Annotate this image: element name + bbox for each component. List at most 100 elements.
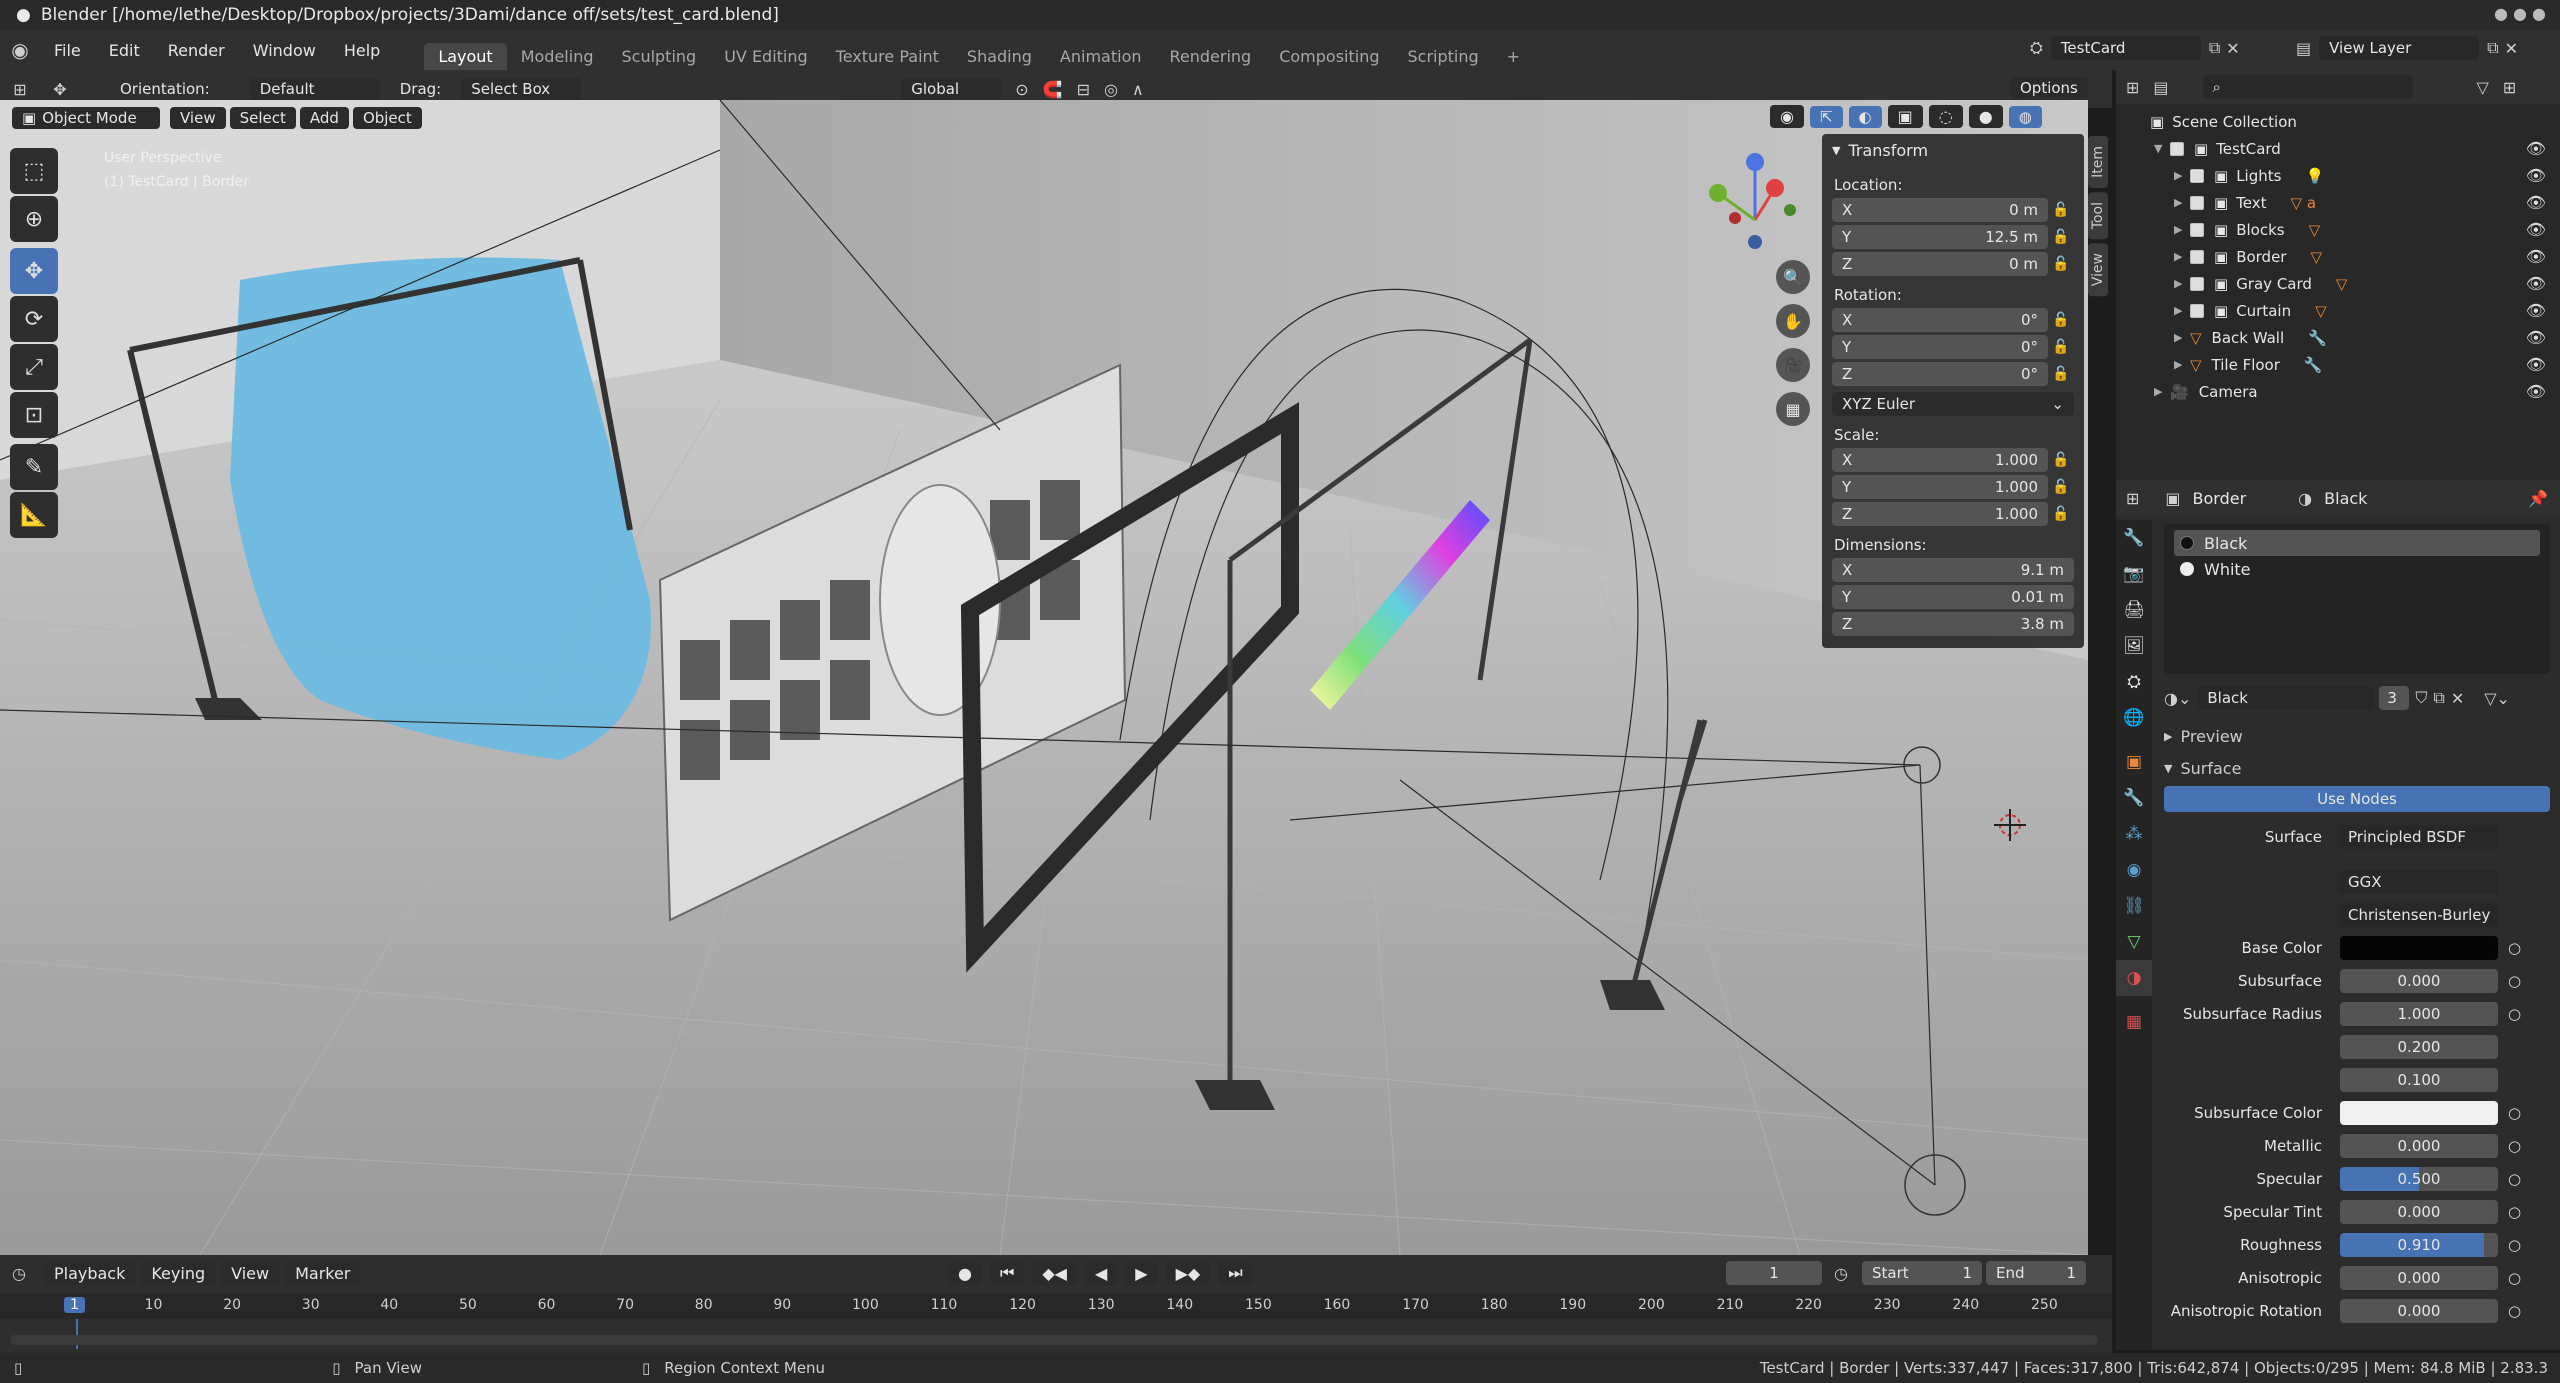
jump-end-icon[interactable]: ⏭ [1218, 1261, 1253, 1285]
expand-arrow-icon[interactable]: ▶ [2174, 331, 2190, 344]
socket-link-icon[interactable]: ○ [2508, 1203, 2521, 1221]
dimension-z-field[interactable]: Z 3.8 m [1832, 612, 2074, 636]
eye-icon[interactable]: 👁 [2526, 220, 2546, 239]
param-value-field[interactable]: 0.000 [2340, 1265, 2498, 1290]
preview-section[interactable]: ▶ Preview [2164, 720, 2550, 752]
eye-icon[interactable]: 👁 [2526, 301, 2546, 320]
rotation-z-field[interactable]: Z 0° [1832, 362, 2048, 386]
lock-icon[interactable]: 🔓 [2048, 452, 2074, 468]
menu-edit[interactable]: Edit [95, 41, 154, 60]
scene-selector[interactable]: ⛭ TestCard ⧉ ✕ [2030, 36, 2240, 60]
tab-animation[interactable]: Animation [1046, 43, 1156, 70]
checkbox[interactable] [2190, 195, 2204, 210]
current-frame-field[interactable]: 1 [1726, 1261, 1822, 1285]
location-z-field[interactable]: Z0 m [1832, 252, 2048, 276]
move-tool-icon[interactable]: ✥ [10, 248, 58, 294]
select-menu[interactable]: Select [229, 107, 296, 129]
scale-x-field[interactable]: X 1.000 [1832, 448, 2048, 472]
slot-white[interactable]: White [2174, 556, 2540, 582]
visibility-icon[interactable]: ◉ [1770, 105, 1804, 128]
rotation-y-field[interactable]: Y 0° [1832, 335, 2048, 359]
rotate-tool-icon[interactable]: ⟳ [10, 296, 58, 342]
transform-orientation-dropdown[interactable]: Global [901, 78, 1002, 100]
expand-arrow-icon[interactable]: ▶ [2174, 304, 2190, 317]
wireframe-shading-icon[interactable]: ◌ [1928, 105, 1963, 128]
expand-arrow-icon[interactable]: ▶ [2174, 250, 2190, 263]
material-browse-icon[interactable]: ◑⌄ [2164, 689, 2191, 708]
tab-item[interactable]: Item [2088, 136, 2108, 188]
expand-arrow-icon[interactable]: ▶ [2174, 358, 2190, 371]
menu-help[interactable]: Help [330, 41, 394, 60]
dimension-x-field[interactable]: X 9.1 m [1832, 558, 2074, 582]
zoom-icon[interactable]: 🔍 [1776, 260, 1810, 294]
measure-tool-icon[interactable]: 📐 [10, 492, 58, 538]
lock-icon[interactable]: 🔓 [2048, 202, 2074, 218]
xray-icon[interactable]: ▣ [1887, 105, 1923, 128]
subsurface-method-dropdown[interactable]: Christensen-Burley [2340, 902, 2498, 927]
snap-icon[interactable]: 🧲 [1043, 80, 1063, 99]
expand-arrow-icon[interactable]: ▶ [2174, 169, 2190, 182]
render-tab-icon[interactable]: 📷 [2116, 556, 2152, 592]
scale-tool-icon[interactable]: ⤢ [10, 344, 58, 390]
gizmo-toggle-icon[interactable]: ⇱ [1809, 105, 1843, 128]
scene-name-field[interactable]: TestCard [2050, 36, 2201, 60]
next-keyframe-icon[interactable]: ▶◆ [1165, 1261, 1211, 1285]
param-value-field[interactable]: 0.000 [2340, 1199, 2498, 1224]
orientation-dropdown[interactable]: Default [249, 78, 380, 100]
eye-icon[interactable]: 👁 [2526, 247, 2546, 266]
checkbox[interactable] [2190, 303, 2204, 318]
scale-z-field[interactable]: Z 1.000 [1832, 502, 2048, 526]
menu-window[interactable]: Window [239, 41, 330, 60]
location-y-field[interactable]: Y 12.5 m [1832, 225, 2048, 249]
proportional-edit-icon[interactable]: ◎ [1104, 80, 1118, 99]
outliner-item-text[interactable]: ▶ ▣ Text ▽ a 👁 [2150, 189, 2560, 216]
solid-shading-icon[interactable]: ● [1968, 105, 2003, 128]
socket-link-icon[interactable]: ○ [2508, 1005, 2521, 1023]
expand-arrow-icon[interactable]: ▼ [2154, 142, 2170, 155]
snap-target-icon[interactable]: ⊟ [1077, 80, 1090, 99]
rotation-x-field[interactable]: X 0° [1832, 308, 2048, 332]
menu-file[interactable]: File [40, 41, 95, 60]
options-dropdown[interactable]: Options [2010, 77, 2088, 99]
param-value-field[interactable]: 0.000 [2340, 1133, 2498, 1158]
socket-link-icon[interactable]: ○ [2508, 1269, 2521, 1287]
3d-viewport[interactable]: ▣ Object Mode View Select Add Object ◉ ⇱… [0, 100, 2088, 1255]
param-value-field[interactable]: 0.100 [2340, 1067, 2498, 1092]
play-reverse-icon[interactable]: ◀ [1084, 1261, 1118, 1285]
eye-icon[interactable]: 👁 [2526, 382, 2546, 401]
drag-dropdown[interactable]: Select Box [461, 78, 582, 100]
add-workspace-icon[interactable]: + [1493, 43, 1534, 70]
pivot-point-icon[interactable]: ⊙ [1015, 80, 1028, 99]
transform-header[interactable]: ▼ Transform [1832, 134, 2074, 166]
param-value-field[interactable]: 0.910 [2340, 1232, 2498, 1257]
slot-black[interactable]: Black [2174, 530, 2540, 556]
param-value-field[interactable]: 0.200 [2340, 1034, 2498, 1059]
modifier-tab-icon[interactable]: 🔧 [2116, 780, 2152, 816]
expand-arrow-icon[interactable]: ▶ [2154, 385, 2170, 398]
param-value-field[interactable] [2340, 935, 2498, 960]
play-icon[interactable]: ▶ [1125, 1261, 1158, 1285]
new-scene-icon[interactable]: ⧉ [2209, 38, 2220, 58]
tool-tab-icon[interactable]: 🔧 [2116, 520, 2152, 556]
outliner-search-input[interactable]: ⌕ [2202, 75, 2413, 99]
timeline-scrollbar[interactable] [10, 1335, 2098, 1345]
editor-type-icon[interactable]: ⊞ [2126, 78, 2139, 97]
select-box-tool-icon[interactable]: ⬚ [10, 148, 58, 194]
checkbox[interactable] [2190, 276, 2204, 291]
eye-icon[interactable]: 👁 [2526, 193, 2546, 212]
jump-start-icon[interactable]: ⏮ [989, 1261, 1025, 1285]
tab-modeling[interactable]: Modeling [507, 43, 608, 70]
socket-link-icon[interactable]: ○ [2508, 939, 2521, 957]
lock-icon[interactable]: 🔓 [2048, 366, 2074, 382]
frame-ruler[interactable]: 1 10 20 30 40 50 60 70 80 90 100 110 120 130 140 150 160… [0, 1293, 2112, 1319]
lock-icon[interactable]: 🔓 [2048, 312, 2074, 328]
eye-icon[interactable]: 👁 [2526, 355, 2546, 374]
timeline-view-menu[interactable]: View [221, 1261, 280, 1285]
end-frame-field[interactable]: End 1 [1986, 1261, 2086, 1285]
tab-scripting[interactable]: Scripting [1394, 43, 1493, 70]
falloff-icon[interactable]: ∧ [1132, 80, 1144, 99]
view-layer-field[interactable]: View Layer [2319, 36, 2480, 60]
node-tree-icon[interactable]: ▽⌄ [2484, 689, 2510, 708]
preview-range-icon[interactable]: ◷ [1834, 1264, 1848, 1283]
output-tab-icon[interactable]: 🖨 [2116, 592, 2152, 628]
